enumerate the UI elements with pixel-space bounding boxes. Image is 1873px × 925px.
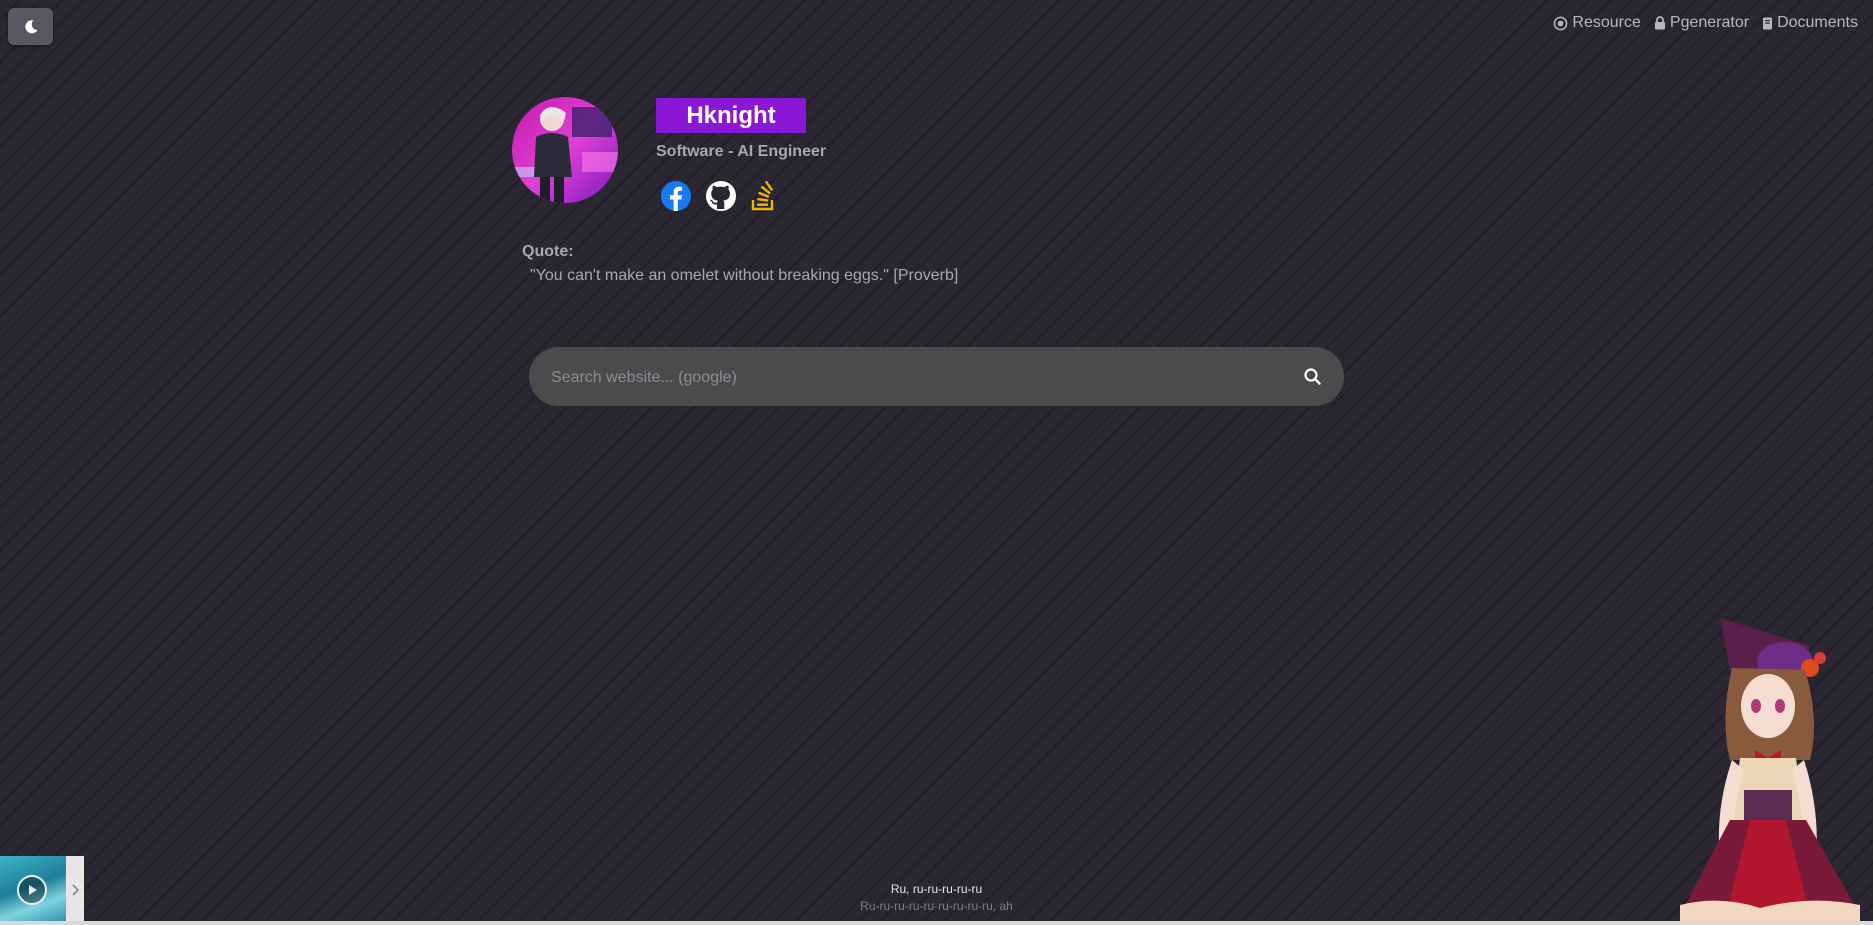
nav-link-label: Pgenerator xyxy=(1669,14,1750,31)
target-icon xyxy=(1554,16,1568,30)
profile-subtitle: Software - AI Engineer xyxy=(656,143,827,160)
bottom-scroll-line xyxy=(0,921,1873,925)
nav-link-resource[interactable]: Resource xyxy=(1553,14,1641,32)
document-icon xyxy=(1763,17,1773,29)
theme-toggle-button[interactable] xyxy=(8,8,53,45)
lock-icon xyxy=(1654,16,1665,30)
profile-name: Hknight xyxy=(656,98,806,133)
quote-text: "You can't make an omelet without breaki… xyxy=(530,267,959,284)
nav-link-label: Resource xyxy=(1572,14,1641,31)
moon-icon xyxy=(24,19,37,33)
lyric-next: Ru-ru-ru-ru-ru-ru-ru-ru-ru, ah xyxy=(860,899,1013,913)
search-input[interactable] xyxy=(549,347,1293,408)
avatar xyxy=(512,97,618,203)
github-icon[interactable] xyxy=(705,180,737,212)
search-icon[interactable] xyxy=(1302,366,1324,388)
lyric-current: Ru, ru-ru-ru-ru-ru xyxy=(890,882,983,896)
top-nav: Resource Pgenerator Documents xyxy=(1553,14,1858,32)
facebook-icon[interactable] xyxy=(660,180,692,212)
mascot-character[interactable] xyxy=(1660,610,1870,925)
search-bar xyxy=(529,347,1344,408)
nav-link-documents[interactable]: Documents xyxy=(1762,14,1858,32)
lyrics: Ru, ru-ru-ru-ru-ru Ru-ru-ru-ru-ru-ru-ru-… xyxy=(0,882,1873,913)
social-links xyxy=(660,180,778,212)
quote-label: Quote: xyxy=(522,243,574,260)
nav-link-pgenerator[interactable]: Pgenerator xyxy=(1654,14,1749,32)
nav-link-label: Documents xyxy=(1777,14,1858,31)
stackoverflow-icon[interactable] xyxy=(750,180,778,212)
